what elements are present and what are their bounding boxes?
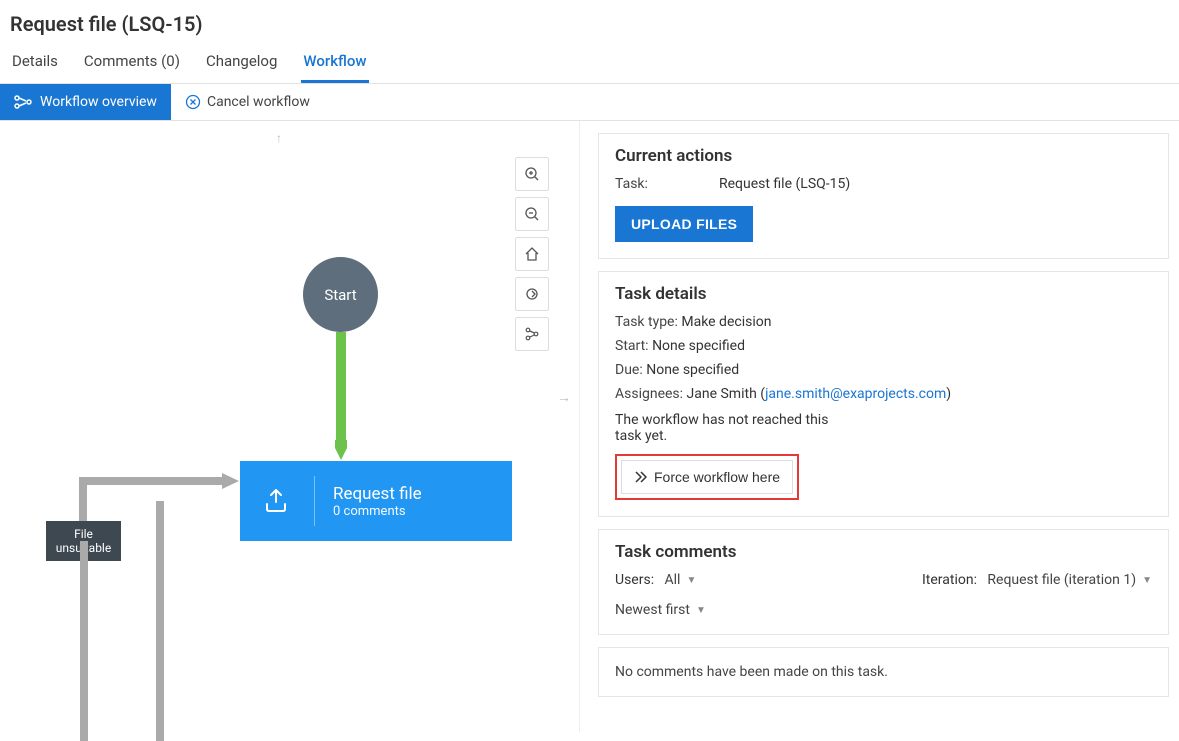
force-workflow-label: Force workflow here xyxy=(654,469,780,485)
task-label: Task: xyxy=(615,176,719,192)
home-icon xyxy=(524,246,540,262)
task-comments-panel: Task comments Users: All ▼ Iteration: Re… xyxy=(598,529,1169,635)
assignee-email-link[interactable]: jane.smith@exaprojects.com xyxy=(765,386,946,402)
pan-up-icon: ↑ xyxy=(276,131,282,145)
request-file-sub: 0 comments xyxy=(333,504,422,519)
tab-workflow[interactable]: Workflow xyxy=(301,46,368,83)
pan-right-icon: → xyxy=(557,389,571,406)
upload-files-button[interactable]: UPLOAD FILES xyxy=(615,206,753,242)
upload-icon xyxy=(261,486,291,516)
force-highlight-box: Force workflow here xyxy=(615,454,799,500)
force-workflow-button[interactable]: Force workflow here xyxy=(621,460,793,494)
iteration-label: Iteration: xyxy=(922,572,977,588)
workflow-overview-button[interactable]: Workflow overview xyxy=(0,84,171,120)
zoom-out-button[interactable] xyxy=(515,197,549,231)
fit-button[interactable] xyxy=(515,277,549,311)
start-value: None specified xyxy=(652,338,745,354)
users-dropdown[interactable]: All ▼ xyxy=(665,572,697,588)
sub-toolbar: Workflow overview Cancel workflow xyxy=(0,84,1179,121)
fast-forward-icon xyxy=(634,470,648,484)
home-button[interactable] xyxy=(515,237,549,271)
workflow-overview-label: Workflow overview xyxy=(40,94,157,110)
users-label: Users: xyxy=(615,572,654,588)
request-file-title: Request file xyxy=(333,484,422,504)
due-label: Due: xyxy=(615,362,643,378)
no-comments-message: No comments have been made on this task. xyxy=(598,647,1169,697)
assignees-label: Assignees: xyxy=(615,386,683,402)
cancel-workflow-label: Cancel workflow xyxy=(207,94,310,110)
side-panel: Current actions Task: Request file (LSQ-… xyxy=(580,121,1179,732)
current-actions-panel: Current actions Task: Request file (LSQ-… xyxy=(598,133,1169,259)
assignee-name: Jane Smith xyxy=(687,386,757,402)
tab-details[interactable]: Details xyxy=(10,46,60,83)
zoom-in-icon xyxy=(524,166,540,182)
arrow-down-2 xyxy=(155,501,165,741)
branch-icon xyxy=(524,326,540,342)
tab-comments[interactable]: Comments (0) xyxy=(82,46,182,83)
iteration-dropdown[interactable]: Request file (iteration 1) ▼ xyxy=(987,572,1152,588)
not-reached-text: The workflow has not reached this task y… xyxy=(615,412,855,444)
target-icon xyxy=(524,286,540,302)
caret-down-icon: ▼ xyxy=(686,575,696,586)
task-type-label: Task type: xyxy=(615,314,678,330)
caret-down-icon: ▼ xyxy=(1142,575,1152,586)
task-type-value: Make decision xyxy=(681,314,771,330)
start-label: Start: xyxy=(615,338,649,354)
zoom-in-button[interactable] xyxy=(515,157,549,191)
split-button[interactable] xyxy=(515,317,549,351)
arrow-down-1 xyxy=(79,541,89,741)
cancel-workflow-button[interactable]: Cancel workflow xyxy=(171,84,324,120)
tab-changelog[interactable]: Changelog xyxy=(204,46,279,83)
zoom-out-icon xyxy=(524,206,540,222)
workflow-canvas[interactable]: ↑ → Start Request file 0 comments File u… xyxy=(0,121,580,732)
workflow-overview-icon xyxy=(14,95,32,109)
page-title: Request file (LSQ-15) xyxy=(0,0,1179,40)
task-value: Request file (LSQ-15) xyxy=(719,176,850,192)
arrow-start-to-request xyxy=(335,332,347,462)
cancel-icon xyxy=(185,94,201,110)
sort-dropdown[interactable]: Newest first ▼ xyxy=(615,602,706,618)
task-details-heading: Task details xyxy=(615,284,1152,304)
current-actions-heading: Current actions xyxy=(615,146,1152,166)
request-file-node[interactable]: Request file 0 comments xyxy=(240,461,512,541)
start-node[interactable]: Start xyxy=(303,257,378,332)
caret-down-icon: ▼ xyxy=(696,605,706,616)
task-details-panel: Task details Task type: Make decision St… xyxy=(598,271,1169,517)
due-value: None specified xyxy=(646,362,739,378)
zoom-controls xyxy=(515,157,549,351)
tabs-bar: Details Comments (0) Changelog Workflow xyxy=(0,40,1179,84)
task-comments-heading: Task comments xyxy=(615,542,1152,562)
